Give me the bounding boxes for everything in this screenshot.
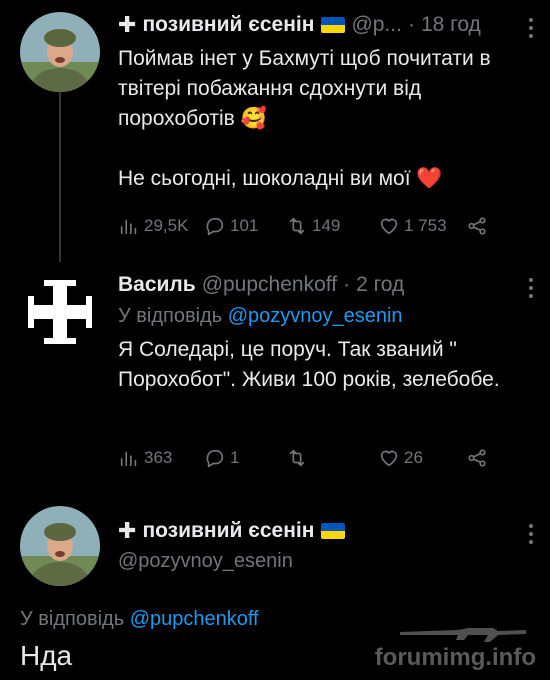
avatar-vasyl[interactable]	[20, 272, 100, 352]
avatar-esenin[interactable]	[20, 506, 100, 586]
author-handle[interactable]: @pupchenkoff	[202, 272, 337, 298]
tweet-2-header: Василь @pupchenkoff · 2 год	[118, 272, 534, 298]
reply-icon	[206, 449, 224, 468]
separator-dot: ·	[343, 273, 351, 296]
views-icon	[120, 219, 137, 235]
timestamp[interactable]: 2 год	[356, 272, 404, 298]
share-button[interactable]	[466, 215, 492, 237]
tweet-3-text: Нда	[20, 640, 73, 671]
reply-mention-link[interactable]: @pozyvnoy_esenin	[228, 305, 403, 327]
retweet-button[interactable]: 149	[286, 215, 340, 237]
like-button[interactable]: 26	[378, 447, 423, 469]
views-button[interactable]: 29,5K	[118, 215, 188, 237]
reply-button[interactable]: 1	[204, 447, 239, 469]
separator-dot: ·	[407, 13, 415, 36]
share-icon	[468, 217, 486, 235]
like-button[interactable]: 1 753	[378, 215, 447, 237]
share-button[interactable]	[466, 447, 492, 469]
like-icon	[380, 218, 398, 235]
tweet-1-header: ✚ позивний єсенін @p... · 18 год	[118, 12, 534, 38]
author-name[interactable]: ✚ позивний єсенін	[118, 518, 346, 544]
more-icon[interactable]	[528, 18, 534, 38]
reply-icon	[206, 217, 224, 236]
tweet-1[interactable]: ✚ позивний єсенін @p... · 18 год Поймав …	[0, 0, 550, 262]
retweet-icon	[289, 449, 305, 467]
rifle-watermark-icon	[400, 628, 526, 642]
cross-icon: ✚	[118, 518, 137, 543]
retweet-button[interactable]	[286, 447, 312, 469]
reply-button[interactable]: 101	[204, 215, 258, 237]
tweet-3-header: ✚ позивний єсенін	[118, 518, 534, 544]
tweet-2-text: Я Соледарі, це поруч. Так званий " Порох…	[118, 338, 500, 391]
ukraine-flag-icon	[321, 523, 346, 539]
author-handle[interactable]: @p...	[351, 12, 402, 38]
tweet-2-actions: 363 1 26	[118, 446, 538, 470]
cross-icon: ✚	[118, 12, 137, 37]
author-name[interactable]: ✚ позивний єсенін	[118, 12, 346, 38]
reply-context: У відповідь @pozyvnoy_esenin	[118, 305, 403, 327]
watermark: forumimg.info	[374, 644, 536, 671]
tweet-1-actions: 29,5K 101 149 1 753	[118, 214, 538, 238]
more-icon[interactable]	[528, 524, 534, 544]
tweet-3-reply-context: У відповідь @pupchenkoff	[20, 608, 259, 630]
avatar-esenin[interactable]	[20, 12, 100, 92]
tweet-1-text: Поймав інет у Бахмуті щоб почитати в тві…	[118, 47, 491, 190]
more-icon[interactable]	[528, 278, 534, 298]
views-icon	[120, 451, 137, 467]
author-name[interactable]: Василь	[118, 272, 196, 298]
author-handle[interactable]: @pozyvnoy_esenin	[118, 550, 534, 573]
like-icon	[380, 450, 398, 467]
views-button[interactable]: 363	[118, 447, 172, 469]
tweet-2[interactable]: Василь @pupchenkoff · 2 год У відповідь …	[0, 262, 550, 492]
ukraine-flag-icon	[321, 17, 346, 33]
reply-mention-link[interactable]: @pupchenkoff	[130, 608, 259, 630]
retweet-icon	[289, 217, 305, 235]
share-icon	[468, 449, 486, 467]
timestamp[interactable]: 18 год	[421, 12, 481, 38]
